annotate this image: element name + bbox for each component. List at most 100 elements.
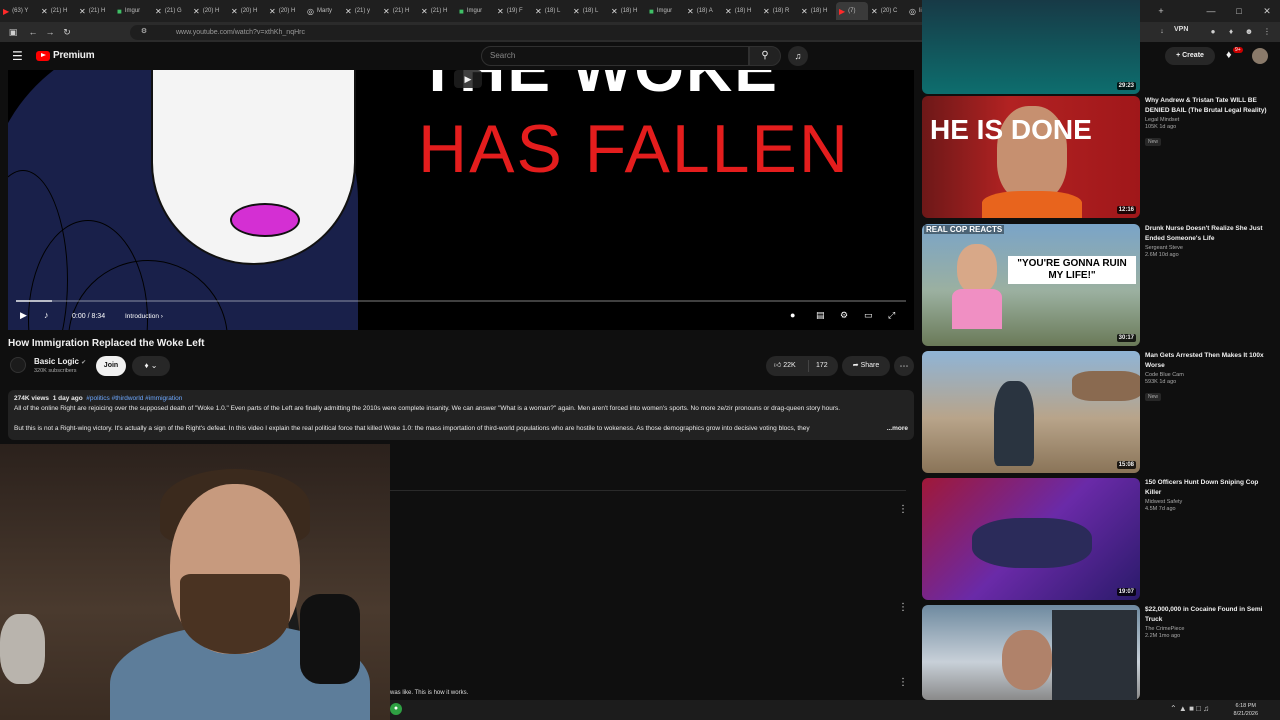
- browser-tab[interactable]: ✕ (21) y: [342, 2, 380, 20]
- theater-mode-icon[interactable]: ▭: [864, 310, 873, 321]
- minimize-icon[interactable]: —: [1200, 0, 1222, 22]
- recommended-video[interactable]: REAL COP REACTS "YOU'RE GONNA RUIN MY LI…: [922, 224, 1272, 348]
- captions-icon[interactable]: ▤: [816, 310, 825, 321]
- sidebar-toggle-icon[interactable]: ▣: [6, 25, 20, 39]
- like-button[interactable]: 👍︎ 22K: [774, 356, 796, 376]
- browser-tab[interactable]: ■ Imgur: [456, 2, 494, 20]
- youtube-icon: ▶: [839, 6, 846, 16]
- browser-tab[interactable]: ✕ (20) H: [266, 2, 304, 20]
- description-line-1: All of the online Right are rejoicing ov…: [14, 405, 841, 412]
- app-icon[interactable]: ●: [390, 703, 402, 715]
- browser-tab[interactable]: ✕ (20) H: [190, 2, 228, 20]
- channel-avatar[interactable]: [10, 357, 26, 373]
- search-input[interactable]: Search: [481, 46, 749, 66]
- maximize-icon[interactable]: □: [1228, 0, 1250, 22]
- x-icon: ✕: [801, 6, 808, 16]
- create-button[interactable]: + Create: [1165, 47, 1215, 65]
- browser-tab[interactable]: ✕ (18) H: [722, 2, 760, 20]
- tab-label: (20) H: [240, 8, 258, 14]
- extensions-icon[interactable]: ♦: [1224, 25, 1238, 39]
- browser-tab[interactable]: ✕(21) H: [418, 2, 456, 20]
- microphone-icon[interactable]: ♫: [788, 46, 808, 66]
- thumbnail-banner: REAL COP REACTS: [924, 225, 1005, 234]
- browser-tab[interactable]: ◎ Marty: [304, 2, 342, 20]
- browser-tab[interactable]: ✕ (18) L: [532, 2, 570, 20]
- site-info-icon[interactable]: ⚙: [137, 25, 151, 39]
- search-icon[interactable]: ⚲: [749, 46, 781, 66]
- fullscreen-icon[interactable]: ⤢: [888, 310, 895, 321]
- channel-name[interactable]: Basic Logic ✔: [34, 357, 86, 366]
- recommended-video[interactable]: 19:07 150 Officers Hunt Down Sniping Cop…: [922, 478, 1272, 602]
- reload-icon[interactable]: ↻: [60, 25, 74, 39]
- browser-tab[interactable]: ✕ (18) L: [570, 2, 608, 20]
- browser-tab[interactable]: ✕ (18) R: [760, 2, 798, 20]
- youtube-play-icon: [36, 50, 50, 61]
- recommended-video[interactable]: $22,000,000 in Cocaine Found in Semi Tru…: [922, 605, 1272, 700]
- profile-icon[interactable]: ☻: [1242, 25, 1256, 39]
- avatar[interactable]: [1252, 48, 1268, 64]
- notification-bell-icon[interactable]: ♦: [1226, 49, 1232, 61]
- more-actions-icon[interactable]: ⋯: [894, 356, 914, 376]
- description-box[interactable]: 274K views 1 day ago #politics #thirdwor…: [8, 390, 914, 440]
- download-icon[interactable]: ↓: [1155, 25, 1169, 39]
- account-icon[interactable]: ●: [1206, 25, 1220, 39]
- browser-tab[interactable]: ✕ (20) H: [228, 2, 266, 20]
- youtube-logo[interactable]: Premium: [36, 50, 95, 61]
- browser-tab[interactable]: ✕ (19) F: [494, 2, 532, 20]
- browser-tab[interactable]: ✕ (20) C: [868, 2, 906, 20]
- video-player[interactable]: THE WOKE HAS FALLEN ▶ ▶ ♪ 0:00 / 8:34 In…: [8, 70, 914, 330]
- taskbar-clock[interactable]: 6:18 PM 8/21/2026: [1234, 702, 1258, 718]
- close-window-icon[interactable]: ✕: [1256, 0, 1278, 22]
- play-icon[interactable]: ▶: [20, 310, 27, 321]
- chapter-label[interactable]: Introduction ›: [125, 313, 163, 320]
- recommended-video[interactable]: 15:08 Man Gets Arrested Then Makes It 10…: [922, 351, 1272, 475]
- verified-icon: ✔: [81, 360, 87, 366]
- channel-name: Sergeant Steve: [1145, 245, 1183, 251]
- recommended-video[interactable]: HE IS DONE 12:16 Why Andrew & Tristan Ta…: [922, 96, 1272, 220]
- browser-tab[interactable]: ✕(21) H: [38, 2, 76, 20]
- tab-label: (7): [848, 8, 856, 14]
- browser-tab[interactable]: ✕ (21) G: [152, 2, 190, 20]
- show-more-link[interactable]: ...more: [884, 424, 908, 434]
- join-button[interactable]: Join: [96, 356, 126, 376]
- new-tab-button[interactable]: +: [1150, 0, 1172, 22]
- browser-tab[interactable]: ▶ (7): [836, 2, 868, 20]
- overlay-title-main: HAS FALLEN: [418, 111, 850, 187]
- recommended-video[interactable]: 29:23: [922, 0, 1272, 94]
- vpn-badge[interactable]: VPN: [1174, 26, 1188, 33]
- video-title: Man Gets Arrested Then Makes It 100x Wor…: [1145, 352, 1264, 369]
- comment-menu-icon[interactable]: ⋮: [898, 677, 908, 688]
- back-icon[interactable]: ←: [26, 25, 40, 39]
- comment-menu-icon[interactable]: ⋮: [898, 602, 908, 613]
- browser-tab[interactable]: ✕(21) H: [76, 2, 114, 20]
- video-thumbnail: [922, 605, 1140, 700]
- browser-tab[interactable]: ■ Imgur: [646, 2, 684, 20]
- like-dislike-group: 👍︎ 22K 172: [766, 356, 838, 376]
- subscription-bell-button[interactable]: ♦ ⌄: [132, 356, 170, 376]
- browser-tab[interactable]: ▶ (63) Y: [0, 2, 38, 20]
- browser-tab[interactable]: ✕ (18) H: [798, 2, 836, 20]
- browser-tab[interactable]: ✕(21) H: [380, 2, 418, 20]
- imgur-icon: ■: [117, 6, 122, 16]
- share-button[interactable]: ➦ Share: [842, 356, 890, 376]
- x-icon: ✕: [193, 6, 200, 16]
- autoplay-toggle-icon[interactable]: ●: [790, 310, 795, 320]
- progress-bar[interactable]: [16, 300, 906, 302]
- browser-tab[interactable]: ■ Imgur: [114, 2, 152, 20]
- system-tray-icons[interactable]: ⌃ ▲ ■ □ ♫: [1170, 704, 1209, 713]
- x-icon: ✕: [725, 6, 732, 16]
- settings-gear-icon[interactable]: ⚙: [840, 310, 848, 321]
- forward-icon[interactable]: →: [43, 25, 57, 39]
- tab-label: Marty: [316, 8, 332, 14]
- browser-tab[interactable]: ✕ (18) A: [684, 2, 722, 20]
- browser-tab[interactable]: ✕ (18) H: [608, 2, 646, 20]
- browser-menu-icon[interactable]: ⋮: [1260, 25, 1274, 39]
- imgur-icon: ■: [649, 6, 654, 16]
- large-play-icon[interactable]: ▶: [454, 70, 482, 88]
- comment-count[interactable]: 172: [816, 356, 828, 376]
- video-title: Why Andrew & Tristan Tate WILL BE DENIED…: [1145, 97, 1267, 114]
- hamburger-menu-icon[interactable]: ☰: [12, 49, 23, 63]
- comment-menu-icon[interactable]: ⋮: [898, 504, 908, 515]
- tab-label: (63) Y: [12, 8, 29, 14]
- volume-icon[interactable]: ♪: [44, 310, 49, 320]
